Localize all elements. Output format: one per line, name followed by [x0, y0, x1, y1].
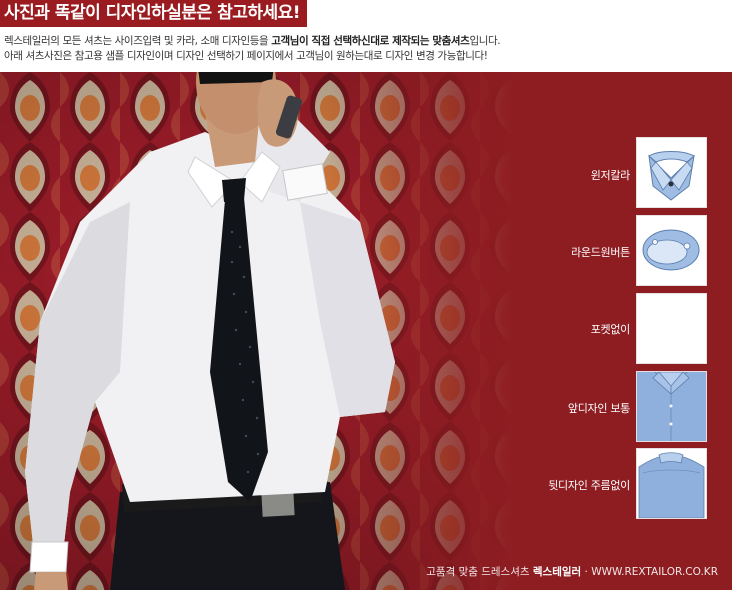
option-label-front: 앞디자인 보통 [567, 402, 630, 415]
round-one-button-cuff-thumbnail[interactable] [636, 215, 707, 286]
intro-line-2: 아래 셔츠사진은 참고용 샘플 디자인이며 디자인 선택하기 페이지에서 고객님… [4, 50, 488, 62]
page-banner: 사진과 똑같이 디자인하실분은 참고하세요! [0, 0, 308, 27]
footer-brand: 고품격 맞춤 드레스셔츠 렉스테일러 · WWW.REXTAILOR.CO.KR [426, 564, 718, 579]
intro-emphasis: 고객님이 직접 선택하신대로 제작되는 맞춤셔츠 [271, 35, 470, 47]
windsor-collar-thumbnail[interactable] [636, 137, 707, 208]
back-design-no-pleat-thumbnail[interactable] [636, 448, 707, 519]
header: 사진과 똑같이 디자인하실분은 참고하세요! 렉스테일러의 모든 셔츠는 사이즈… [0, 0, 732, 72]
intro-line-1: 렉스테일러의 모든 셔츠는 사이즈입력 및 카라, 소매 디자인등을 고객님이 … [4, 33, 501, 48]
option-label-cuff: 라운드원버튼 [571, 246, 630, 259]
shirt-front-icon [637, 372, 706, 441]
shirt-back-icon [637, 449, 706, 518]
footer-brand-name: 렉스테일러 [532, 566, 582, 578]
cuff-icon [642, 229, 700, 271]
intro-text-end: 입니다. [469, 35, 501, 47]
option-label-pocket: 포켓없이 [590, 323, 631, 336]
footer-url: · WWW.REXTAILOR.CO.KR [581, 566, 718, 578]
no-pocket-thumbnail[interactable] [636, 293, 707, 364]
option-label-collar: 윈저칼라 [590, 169, 631, 182]
front-design-normal-thumbnail[interactable] [636, 371, 707, 442]
footer-prefix: 고품격 맞춤 드레스셔츠 [426, 566, 533, 578]
intro-text: 렉스테일러의 모든 셔츠는 사이즈입력 및 카라, 소매 디자인등을 [4, 35, 272, 47]
option-label-back: 뒷디자인 주름없이 [548, 479, 630, 492]
collar-icon [648, 151, 695, 201]
shirt-sample-photo: 윈저칼라 라운드원버튼 포켓없이 앞디자인 보통 뒷디자인 주름없이 고품격 맞… [0, 72, 732, 590]
